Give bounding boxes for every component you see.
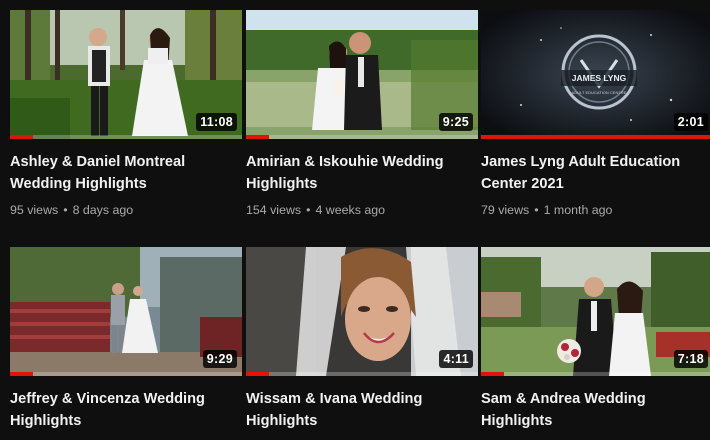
watch-progress-track: [481, 372, 710, 376]
separator-dot: •: [306, 203, 311, 217]
view-count: 95 views: [10, 203, 59, 217]
video-metadata: 154 views • 4 weeks ago: [246, 201, 478, 219]
duration-badge: 2:01: [673, 113, 708, 131]
duration-badge: 9:25: [438, 113, 473, 131]
video-title[interactable]: Ashley & Daniel Montreal Wedding Highlig…: [10, 151, 238, 195]
video-thumbnail[interactable]: 4:11: [246, 247, 478, 376]
watch-progress-fill: [481, 372, 505, 376]
video-card[interactable]: JAMES LYNG ADULT EDUCATION CENTRE 2:01 J…: [481, 10, 710, 219]
video-title[interactable]: Sam & Andrea Wedding Highlights: [481, 388, 709, 432]
watch-progress-track: [10, 372, 242, 376]
watch-progress-track: [246, 372, 478, 376]
watch-progress-track: [10, 135, 242, 139]
watch-progress-fill: [10, 135, 34, 139]
logo-text: JAMES LYNG: [572, 73, 627, 83]
video-thumbnail[interactable]: 9:25: [246, 10, 478, 139]
watch-progress-track: [246, 135, 478, 139]
watch-progress-fill: [481, 135, 710, 139]
video-card[interactable]: 9:29 Jeffrey & Vincenza Wedding Highligh…: [10, 247, 242, 432]
video-thumbnail[interactable]: JAMES LYNG ADULT EDUCATION CENTRE 2:01: [481, 10, 710, 139]
duration-badge: 9:29: [202, 350, 237, 368]
logo-subtext: ADULT EDUCATION CENTRE: [572, 90, 627, 95]
video-title[interactable]: James Lyng Adult Education Center 2021: [481, 151, 709, 195]
video-card[interactable]: 7:18 Sam & Andrea Wedding Highlights: [481, 247, 710, 432]
duration-badge: 7:18: [673, 350, 708, 368]
video-card[interactable]: 4:11 Wissam & Ivana Wedding Highlights: [246, 247, 478, 432]
view-count: 154 views: [246, 203, 302, 217]
video-metadata: 95 views • 8 days ago: [10, 201, 242, 219]
view-count: 79 views: [481, 203, 530, 217]
video-thumbnail[interactable]: 11:08: [10, 10, 242, 139]
upload-age: 4 weeks ago: [315, 203, 386, 217]
watch-progress-fill: [10, 372, 34, 376]
video-card[interactable]: 11:08 Ashley & Daniel Montreal Wedding H…: [10, 10, 242, 219]
upload-age: 1 month ago: [543, 203, 613, 217]
duration-badge: 4:11: [439, 350, 473, 368]
upload-age: 8 days ago: [72, 203, 134, 217]
duration-badge: 11:08: [196, 113, 237, 131]
video-thumbnail[interactable]: 9:29: [10, 247, 242, 376]
watch-progress-track: [481, 135, 710, 139]
video-title[interactable]: Amirian & Iskouhie Wedding Highlights: [246, 151, 474, 195]
video-card[interactable]: 9:25 Amirian & Iskouhie Wedding Highligh…: [246, 10, 478, 219]
video-metadata: 79 views • 1 month ago: [481, 201, 710, 219]
separator-dot: •: [534, 203, 539, 217]
video-title[interactable]: Wissam & Ivana Wedding Highlights: [246, 388, 474, 432]
watch-progress-fill: [246, 135, 270, 139]
video-title[interactable]: Jeffrey & Vincenza Wedding Highlights: [10, 388, 238, 432]
video-grid: 11:08 Ashley & Daniel Montreal Wedding H…: [0, 0, 710, 440]
video-thumbnail[interactable]: 7:18: [481, 247, 710, 376]
separator-dot: •: [63, 203, 68, 217]
watch-progress-fill: [246, 372, 270, 376]
